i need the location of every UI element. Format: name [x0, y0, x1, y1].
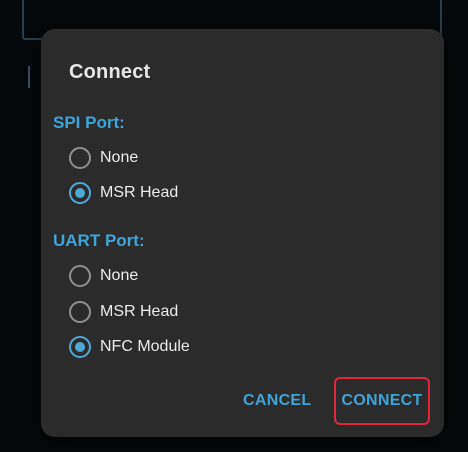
uart-option-none[interactable]: None: [69, 263, 138, 289]
spi-port-label: SPI Port:: [53, 113, 125, 132]
cancel-button[interactable]: CANCEL: [243, 392, 311, 410]
radio-unchecked-icon[interactable]: [69, 265, 91, 287]
radio-unchecked-icon[interactable]: [69, 301, 91, 323]
option-label: None: [100, 267, 139, 284]
radio-checked-icon[interactable]: [69, 182, 91, 204]
option-label: None: [100, 149, 139, 166]
spi-option-none[interactable]: None: [69, 145, 138, 171]
connect-dialog: Connect SPI Port: None MSR Head UART Por…: [41, 29, 444, 437]
spi-option-msr-head[interactable]: MSR Head: [69, 180, 178, 206]
option-label: MSR Head: [100, 184, 179, 201]
dialog-title: Connect: [69, 61, 151, 83]
background-divider: [28, 66, 30, 88]
option-label: NFC Module: [100, 338, 190, 355]
uart-option-msr-head[interactable]: MSR Head: [69, 299, 178, 325]
uart-port-label: UART Port:: [53, 231, 145, 250]
uart-option-nfc-module[interactable]: NFC Module: [69, 334, 190, 360]
radio-unchecked-icon[interactable]: [69, 147, 91, 169]
connect-button[interactable]: CONNECT: [334, 377, 430, 425]
option-label: MSR Head: [100, 303, 179, 320]
radio-checked-icon[interactable]: [69, 336, 91, 358]
